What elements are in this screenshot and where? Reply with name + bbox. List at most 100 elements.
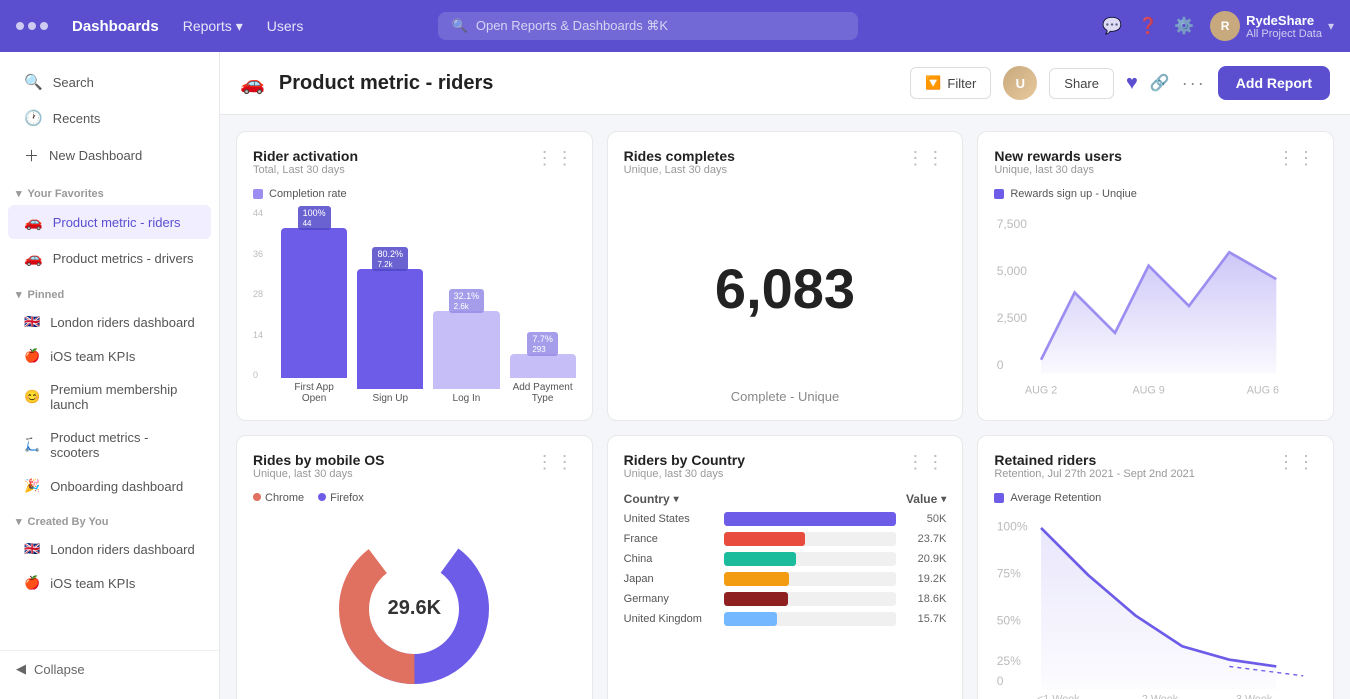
flag-uk-icon-2: 🇬🇧 (24, 541, 40, 557)
sidebar-item-product-metrics-drivers[interactable]: 🚗 Product metrics - drivers (8, 241, 211, 275)
main-header: 🚗 Product metric - riders 🔽 Filter U Sha… (220, 52, 1350, 115)
card-subtitle: Total, Last 30 days (253, 164, 358, 176)
retention-chart-wrap: 100% 75% 50% 25% 0 (994, 512, 1317, 699)
card-menu-icon[interactable]: ⋮⋮ (906, 148, 946, 169)
search-icon: 🔍 (24, 73, 43, 91)
legend-dot (253, 189, 263, 199)
collaborator-avatar: U (1003, 66, 1037, 100)
user-avatar: R (1210, 11, 1240, 41)
country-value: 20.9K (906, 553, 946, 565)
workspace-label: All Project Data (1246, 28, 1322, 40)
svg-text:2,500: 2,500 (997, 311, 1028, 325)
global-search[interactable]: 🔍 Open Reports & Dashboards ⌘K (438, 12, 858, 40)
brand-label[interactable]: Dashboards (72, 18, 159, 35)
bar-label-2: Sign Up (372, 393, 408, 404)
more-options-button[interactable]: ··· (1182, 73, 1206, 94)
bar-tag-2: 80.2%7.2k (372, 247, 408, 271)
sidebar-item-premium[interactable]: 😊 Premium membership launch (8, 374, 211, 420)
country-name: United States (624, 513, 714, 525)
link-button[interactable]: 🔗 (1150, 73, 1170, 93)
filter-button[interactable]: 🔽 Filter (910, 67, 991, 99)
svg-text:2 Week: 2 Week (1142, 694, 1179, 699)
card-menu-icon[interactable]: ⋮⋮ (1277, 148, 1317, 169)
svg-text:0: 0 (997, 358, 1004, 372)
sidebar-item-created-london[interactable]: 🇬🇧 London riders dashboard (8, 533, 211, 565)
user-menu[interactable]: R RydeShare All Project Data ▾ (1210, 11, 1334, 41)
bar-label-3: Log In (453, 393, 481, 404)
funnel-chart-wrap: 44 36 28 14 0 100%44 First App Open (253, 208, 576, 404)
card-subtitle: Unique, Last 30 days (624, 164, 735, 176)
svg-text:3 Week: 3 Week (1236, 694, 1273, 699)
card-header: Rider activation Total, Last 30 days ⋮⋮ (253, 148, 576, 184)
donut-center-value: 29.6K (388, 597, 441, 620)
chevron-down-icon-2: ▾ (16, 288, 22, 301)
svg-text:7,500: 7,500 (997, 217, 1028, 231)
table-row: United Kingdom 15.7K (624, 612, 947, 626)
big-number-sub: Complete - Unique (624, 389, 947, 404)
layout: 🔍 Search 🕐 Recents ＋ New Dashboard ▾ You… (0, 52, 1350, 699)
card-retained-riders: Retained riders Retention, Jul 27th 2021… (977, 435, 1334, 699)
card-riders-country: Riders by Country Unique, last 30 days ⋮… (607, 435, 964, 699)
card-subtitle: Retention, Jul 27th 2021 - Sept 2nd 2021 (994, 468, 1195, 480)
country-value: 50K (906, 513, 946, 525)
add-report-button[interactable]: Add Report (1218, 66, 1330, 100)
chevron-icon-2: ▾ (941, 494, 946, 505)
card-menu-icon[interactable]: ⋮⋮ (536, 452, 576, 473)
country-bar (724, 552, 797, 566)
card-menu-icon[interactable]: ⋮⋮ (1277, 452, 1317, 473)
app-dots (16, 22, 48, 30)
sidebar-item-ios[interactable]: 🍎 iOS team KPIs (8, 340, 211, 372)
nav-users[interactable]: Users (267, 18, 304, 34)
pinned-section[interactable]: ▾ Pinned (0, 276, 219, 305)
card-header: Rides by mobile OS Unique, last 30 days … (253, 452, 576, 488)
sidebar-item-new-dashboard[interactable]: ＋ New Dashboard (8, 137, 211, 174)
sidebar-item-onboarding[interactable]: 🎉 Onboarding dashboard (8, 470, 211, 502)
country-name: United Kingdom (624, 613, 714, 625)
created-section[interactable]: ▾ Created By You (0, 503, 219, 532)
svg-text:AUG 6: AUG 6 (1247, 384, 1279, 396)
chart-legend: Completion rate (253, 188, 576, 200)
car-icon-2: 🚗 (24, 249, 43, 267)
country-value: 18.6K (906, 593, 946, 605)
sidebar-item-search[interactable]: 🔍 Search (8, 65, 211, 99)
legend-dot (994, 493, 1004, 503)
y-axis: 44 36 28 14 0 (253, 208, 277, 380)
card-title: Riders by Country (624, 452, 745, 468)
smile-icon: 😊 (24, 389, 40, 405)
sidebar-item-scooters[interactable]: 🛴 Product metrics - scooters (8, 422, 211, 468)
favorites-section[interactable]: ▾ Your Favorites (0, 175, 219, 204)
country-name: China (624, 553, 714, 565)
card-menu-icon[interactable]: ⋮⋮ (536, 148, 576, 169)
card-title: Rides completes (624, 148, 735, 164)
settings-icon[interactable]: ⚙️ (1174, 16, 1194, 36)
favorite-button[interactable]: ♥ (1126, 72, 1138, 95)
svg-text:100%: 100% (997, 520, 1028, 534)
country-value: 19.2K (906, 573, 946, 585)
chart-legend: Rewards sign up - Unqiue (994, 188, 1317, 200)
card-header: New rewards users Unique, last 30 days ⋮… (994, 148, 1317, 184)
share-button[interactable]: Share (1049, 68, 1114, 99)
bar-2: 80.2%7.2k (357, 269, 423, 389)
sidebar-item-created-ios[interactable]: 🍎 iOS team KPIs (8, 567, 211, 599)
ios-icon-2: 🍎 (24, 575, 40, 591)
country-bar (724, 592, 788, 606)
sidebar-item-product-metric-riders[interactable]: 🚗 Product metric - riders (8, 205, 211, 239)
card-rides-mobile-os: Rides by mobile OS Unique, last 30 days … (236, 435, 593, 699)
country-bar-wrap (724, 592, 897, 606)
bar-wrap-3: 32.1%2.6k Log In (433, 311, 499, 404)
sidebar-item-recents[interactable]: 🕐 Recents (8, 101, 211, 135)
country-bar (724, 612, 778, 626)
notification-icon[interactable]: 💬 (1102, 16, 1122, 36)
card-menu-icon[interactable]: ⋮⋮ (906, 452, 946, 473)
line-chart-wrap: 7,500 5,000 2,500 0 (994, 208, 1317, 404)
sidebar-item-london[interactable]: 🇬🇧 London riders dashboard (8, 306, 211, 338)
help-icon[interactable]: ❓ (1138, 16, 1158, 36)
collapse-button[interactable]: ◀ Collapse (0, 650, 219, 687)
country-bar (724, 572, 790, 586)
svg-text:5,000: 5,000 (997, 264, 1028, 278)
bar-tag-1: 100%44 (298, 206, 331, 230)
nav-reports[interactable]: Reports ▾ (183, 18, 243, 35)
chevron-down-icon-3: ▾ (16, 515, 22, 528)
bar-wrap-1: 100%44 First App Open (281, 228, 347, 404)
table-row: United States 50K (624, 512, 947, 526)
